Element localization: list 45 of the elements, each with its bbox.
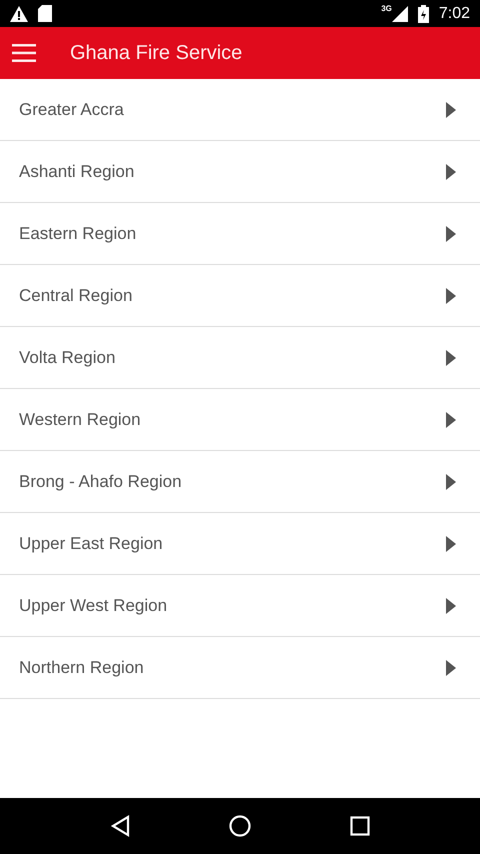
signal-icon [392, 6, 408, 22]
region-label: Northern Region [19, 658, 144, 678]
region-label: Greater Accra [19, 100, 124, 120]
region-label: Upper West Region [19, 596, 168, 616]
status-time: 7:02 [438, 4, 470, 22]
network-type: 3G [381, 4, 392, 13]
region-item[interactable]: Brong - Ahafo Region [0, 451, 480, 513]
region-item[interactable]: Northern Region [0, 637, 480, 699]
back-icon [110, 815, 130, 837]
menu-button[interactable] [12, 44, 36, 62]
chevron-icon [446, 474, 456, 490]
region-item[interactable]: Upper East Region [0, 513, 480, 575]
warning-icon [10, 6, 28, 22]
region-item[interactable]: Upper West Region [0, 575, 480, 637]
region-item[interactable]: Greater Accra [0, 79, 480, 141]
back-button[interactable] [110, 815, 130, 837]
region-item[interactable]: Ashanti Region [0, 141, 480, 203]
region-label: Brong - Ahafo Region [19, 472, 182, 492]
chevron-icon [446, 350, 456, 366]
region-item[interactable]: Eastern Region [0, 203, 480, 265]
chevron-icon [446, 164, 456, 180]
chevron-icon [446, 660, 456, 676]
region-item[interactable]: Central Region [0, 265, 480, 327]
battery-icon [418, 4, 429, 22]
chevron-icon [446, 412, 456, 428]
menu-icon [12, 44, 36, 62]
region-label: Western Region [19, 410, 141, 430]
region-label: Ashanti Region [19, 162, 134, 182]
home-button[interactable] [228, 815, 251, 837]
chevron-icon [446, 598, 456, 614]
region-item[interactable]: Western Region [0, 389, 480, 451]
recents-button[interactable] [350, 816, 370, 836]
home-icon [228, 815, 251, 837]
chevron-icon [446, 226, 456, 242]
sd-card-icon [38, 5, 52, 22]
recents-icon [350, 816, 370, 836]
chevron-icon [446, 102, 456, 118]
chevron-icon [446, 536, 456, 552]
region-label: Central Region [19, 286, 132, 306]
region-label: Volta Region [19, 348, 116, 368]
app-title: Ghana Fire Service [70, 42, 242, 64]
region-label: Upper East Region [19, 534, 163, 554]
region-label: Eastern Region [19, 224, 136, 244]
region-item[interactable]: Volta Region [0, 327, 480, 389]
chevron-icon [446, 288, 456, 304]
